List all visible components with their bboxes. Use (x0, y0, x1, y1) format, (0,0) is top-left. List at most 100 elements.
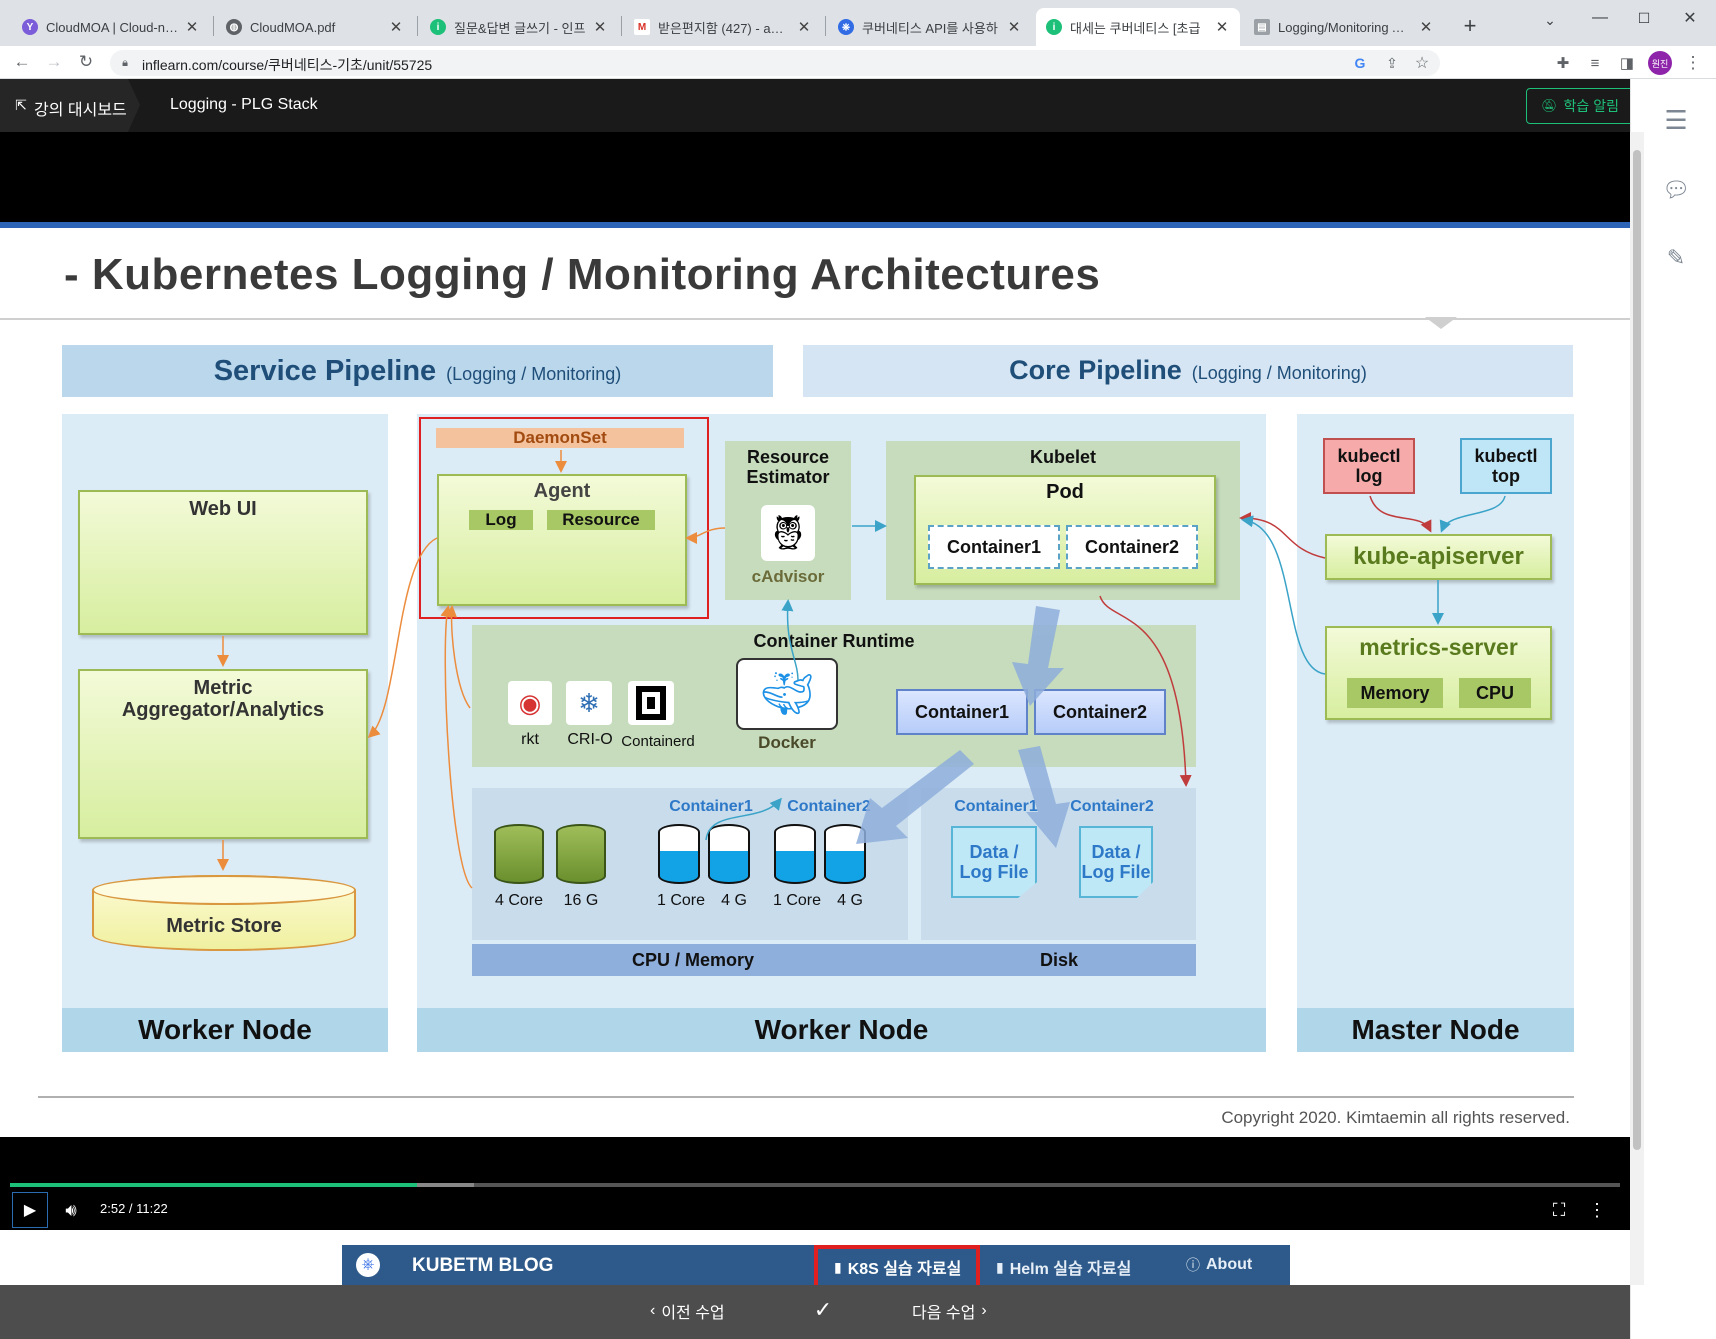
doc-icon: ▤ (1254, 19, 1270, 35)
tab-title: 받은편지함 (427) - acezzi (658, 20, 790, 36)
profile-avatar[interactable]: 원진 (1648, 51, 1672, 75)
arrow-cadvisor-agent (685, 527, 726, 544)
scrollbar-thumb[interactable] (1633, 150, 1641, 1150)
dashboard-label: 강의 대시보드 (34, 102, 127, 119)
arrow-docker-cadvisor (781, 599, 799, 681)
google-translate-icon[interactable]: G (1350, 53, 1370, 73)
tab-title: CloudMOA.pdf (250, 19, 336, 35)
progress-track[interactable] (10, 1183, 1620, 1187)
inflearn-icon: i (430, 19, 446, 35)
lock-icon: 🔒︎ (122, 56, 128, 69)
dashboard-tab[interactable]: ⇱ 강의 대시보드 (0, 79, 140, 132)
tab-qna[interactable]: i 질문&답변 글쓰기 - 인프 ✕ (420, 8, 618, 46)
slide: - Kubernetes Logging / Monitoring Archit… (0, 222, 1630, 1137)
back-icon[interactable]: ← (10, 50, 34, 74)
fullscreen-icon[interactable]: ⛶ (1544, 1194, 1574, 1226)
player-menu-icon[interactable]: ⋮ (1582, 1194, 1612, 1226)
close-tab-icon[interactable]: ✕ (796, 18, 812, 36)
book-icon: ▮ (996, 1258, 1004, 1275)
footer-divider (38, 1096, 1574, 1098)
tab-title: 쿠버네티스 API를 사용하 (862, 20, 998, 36)
close-tab-icon[interactable]: ✕ (592, 18, 608, 36)
forward-icon[interactable]: → (42, 50, 66, 74)
video-player[interactable]: - Kubernetes Logging / Monitoring Archit… (0, 132, 1630, 1230)
progress-played (10, 1183, 418, 1187)
tab-divider (825, 16, 826, 36)
bookmark-star-icon[interactable]: ☆ (1412, 53, 1432, 73)
chat-icon[interactable]: 💬︎ (1661, 175, 1691, 205)
about-link[interactable]: ⓘ About (1186, 1255, 1252, 1275)
k8s-lab-label: K8S 실습 자료실 (847, 1261, 962, 1278)
tab-title: CloudMOA | Cloud-native (46, 19, 178, 35)
blog-name: KUBETM BLOG (412, 1255, 554, 1276)
helm-lab-link[interactable]: ▮ Helm 실습 자료실 (996, 1255, 1131, 1279)
bell-off-icon: 🔕︎ (1541, 98, 1558, 113)
arrow-kubectltop-apiserver (1439, 495, 1506, 533)
cloudmoa-icon: Y (22, 19, 38, 35)
globe-icon: ◍ (226, 19, 242, 35)
slide-copyright: Copyright 2020. Kimtaemin all rights res… (1221, 1108, 1570, 1127)
arrow-agent-aggregator (367, 537, 438, 739)
blog-banner: ⎈ KUBETM BLOG ▮ K8S 실습 자료실 ▮ Helm 실습 자료실… (342, 1245, 1290, 1285)
close-tab-icon[interactable]: ✕ (1214, 18, 1230, 36)
tab-title: Logging/Monitoring Arch (1278, 19, 1412, 35)
tab-logging-doc[interactable]: ▤ Logging/Monitoring Arch ✕ (1244, 8, 1444, 46)
bigarrow-runtime-disk (1018, 746, 1070, 848)
tab-gmail[interactable]: M 받은편지함 (427) - acezzi ✕ (624, 8, 822, 46)
tab-strip: Y CloudMOA | Cloud-native ✕ ◍ CloudMOA.p… (0, 0, 1716, 46)
study-notify-button[interactable]: 🔕︎ 학습 알림 (1526, 88, 1634, 124)
reload-icon[interactable]: ↻ (74, 50, 98, 74)
gmail-icon: M (634, 19, 650, 35)
new-tab-button[interactable]: + (1456, 12, 1484, 40)
close-tab-icon[interactable]: ✕ (1006, 18, 1022, 36)
maximize-icon[interactable]: ☐ (1630, 4, 1658, 32)
play-button[interactable]: ▶ (12, 1192, 48, 1228)
prev-lesson-label: 이전 수업 (661, 1305, 725, 1322)
close-tab-icon[interactable]: ✕ (184, 18, 200, 36)
chevron-right-icon: › (981, 1302, 987, 1319)
info-icon: ⓘ (1186, 1257, 1200, 1273)
external-link-icon: ⇱ (15, 96, 27, 113)
close-tab-icon[interactable]: ✕ (388, 18, 404, 36)
k8s-lab-link[interactable]: ▮ K8S 실습 자료실 (814, 1245, 980, 1285)
arrow-resources-agent (440, 605, 473, 889)
prev-lesson-button[interactable]: ‹ 이전 수업 (650, 1299, 725, 1323)
omnibox[interactable]: 🔒︎ inflearn.com/course/쿠버네티스-기초/unit/557… (110, 50, 1440, 76)
reading-list-icon[interactable]: ≡ (1584, 52, 1606, 74)
tab-search-icon[interactable]: ⌄ (1536, 6, 1564, 34)
tab-cloudmoa-pdf[interactable]: ◍ CloudMOA.pdf ✕ (216, 8, 414, 46)
url-text: inflearn.com/course/쿠버네티스-기초/unit/55725 (142, 57, 433, 73)
tab-divider (621, 16, 622, 36)
address-toolbar: ← → ↻ 🔒︎ inflearn.com/course/쿠버네티스-기초/un… (0, 46, 1716, 79)
tab-course-active[interactable]: i 대세는 쿠버네티스 [초급 ✕ (1036, 8, 1240, 46)
tab-title: 대세는 쿠버네티스 [초급 (1070, 20, 1201, 36)
arrow-runtime-agent (445, 605, 471, 709)
bigarrow-pod-runtime (1012, 606, 1064, 706)
bigarrow-runtime-cpu (856, 750, 974, 844)
extensions-icon[interactable]: ✚ (1552, 52, 1574, 74)
share-icon[interactable]: ⇪ (1382, 53, 1402, 73)
inflearn-icon: i (1046, 19, 1062, 35)
window-close-icon[interactable]: ✕ (1676, 4, 1704, 32)
curriculum-list-icon[interactable]: ☰ (1661, 105, 1691, 135)
book-icon: ▮ (834, 1258, 842, 1275)
tab-cloudmoa[interactable]: Y CloudMOA | Cloud-native ✕ (12, 8, 210, 46)
next-lesson-button[interactable]: 다음 수업 › (912, 1299, 987, 1323)
minimize-icon[interactable]: — (1586, 4, 1614, 32)
diagram-arrows (217, 450, 1506, 889)
tab-k8s-api[interactable]: ⎈ 쿠버네티스 API를 사용하 ✕ (828, 8, 1032, 46)
helm-lab-label: Helm 실습 자료실 (1009, 1261, 1132, 1278)
complete-check-icon[interactable]: ✓ (808, 1295, 838, 1325)
lecture-title: Logging - PLG Stack (170, 96, 318, 113)
next-lesson-label: 다음 수업 (912, 1305, 976, 1322)
note-icon[interactable]: ✎ (1661, 243, 1691, 273)
chrome-menu-icon[interactable]: ⋮ (1682, 52, 1704, 74)
arrow-metrics-kubelet (1241, 515, 1326, 675)
kubernetes-icon: ⎈ (838, 19, 854, 35)
volume-icon[interactable]: 🔊︎ (56, 1194, 86, 1226)
close-tab-icon[interactable]: ✕ (1418, 18, 1434, 36)
page-scrollbar[interactable] (1630, 132, 1644, 1285)
side-panel-icon[interactable]: ◨ (1616, 52, 1638, 74)
arrow-kubectllog-apiserver (1369, 495, 1432, 533)
lecture-header: ⇱ 강의 대시보드 Logging - PLG Stack 🔕︎ 학습 알림 (0, 79, 1634, 132)
